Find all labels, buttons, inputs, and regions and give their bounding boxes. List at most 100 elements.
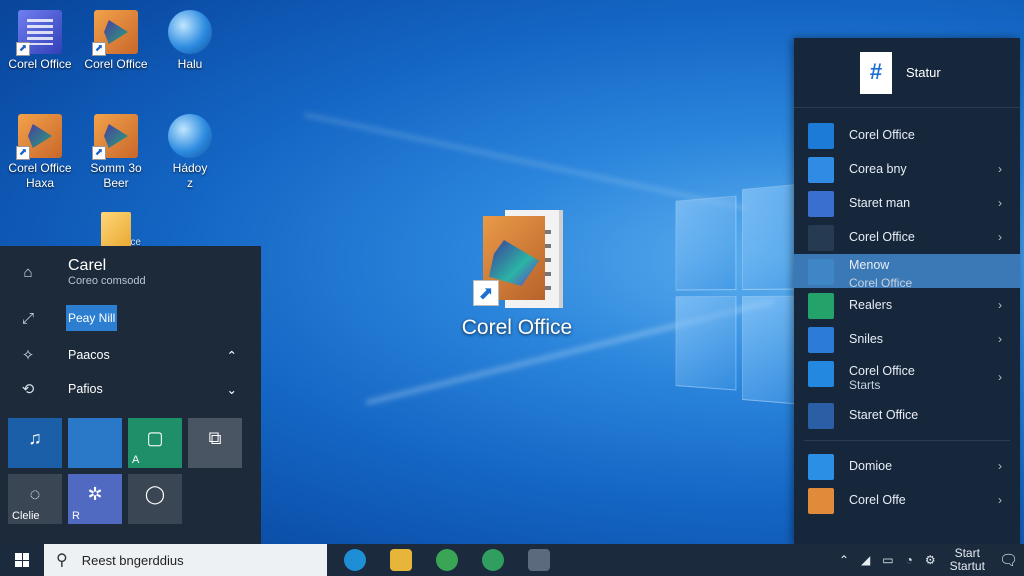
pin-icon: ⤢	[21, 309, 34, 327]
panel-item[interactable]: Sniles ›	[794, 322, 1020, 356]
desktop-icon[interactable]: Hádoy z	[152, 114, 228, 191]
panel-item[interactable]: Menow Corel Office	[794, 254, 1020, 290]
user-profile[interactable]: ⌂ Carel Coreo comsodd	[0, 246, 261, 298]
corel-office-icon: ⬈	[467, 210, 567, 310]
start-button[interactable]	[0, 544, 44, 576]
desktop-icon[interactable]: ⬈ Corel Office Haxa	[2, 114, 78, 191]
search-placeholder: Reest bngerddius	[81, 552, 184, 568]
panel-item-sublabel: Starts	[849, 378, 881, 392]
start-tile[interactable]	[68, 418, 122, 468]
chrome-icon	[436, 549, 458, 571]
panel-item-label: Realers	[849, 298, 893, 312]
notification-icon[interactable]: 🗨	[999, 551, 1018, 569]
center-icon-label: Corel Office	[461, 316, 573, 339]
panel-item[interactable]: Corel Office Starts ›	[794, 356, 1020, 398]
clock[interactable]: Start Startut	[950, 547, 985, 573]
search-icon: ⚲	[56, 552, 68, 569]
start-menu: ⌂ Carel Coreo comsodd ⤢ Peay Nill ✧ Paac…	[0, 246, 261, 544]
app-icon	[808, 225, 834, 251]
app-icon	[808, 123, 834, 149]
app-icon	[808, 403, 834, 429]
app-icon	[808, 293, 834, 319]
settings-icon[interactable]: ⚙	[925, 553, 936, 567]
volume-icon[interactable]: ◔	[906, 553, 913, 567]
app-icon	[808, 157, 834, 183]
tile-label: R	[72, 510, 80, 522]
panel-item[interactable]: Corel Office	[794, 118, 1020, 152]
taskbar-app-chrome2[interactable]	[470, 544, 516, 576]
chevron-right-icon: ›	[998, 162, 1002, 176]
app-icon: #	[860, 52, 892, 94]
pinned-item[interactable]: ⤢ Peay Nill	[0, 298, 261, 338]
panel-title: Statur	[906, 65, 941, 80]
app-icon	[808, 191, 834, 217]
chevron-right-icon: ›	[998, 196, 1002, 210]
tile-label: A	[132, 454, 140, 466]
desktop-icon[interactable]: Office	[78, 212, 154, 252]
corel-office-icon: ⬈	[16, 10, 62, 56]
start-tile[interactable]: ▢ A	[128, 418, 182, 468]
user-name: Carel	[68, 257, 107, 274]
gear-icon: ✧	[21, 347, 35, 364]
document-icon: ⬈	[92, 114, 138, 160]
chevron-down-icon: ⌄	[226, 382, 237, 397]
start-tile[interactable]: ✲ R	[68, 474, 122, 524]
search-input[interactable]: ⚲ Reest bngerddius	[44, 544, 327, 576]
taskbar-app-app[interactable]	[516, 544, 562, 576]
desktop-icon[interactable]: ⬈ Somm 3o Beer	[78, 114, 154, 191]
desktop-icon[interactable]: ⬈ Corel Office	[78, 10, 154, 72]
app-icon	[808, 454, 834, 480]
tile-icon: ▢	[146, 428, 164, 448]
taskbar-app-edge[interactable]	[332, 544, 378, 576]
tile-icon: ♫	[28, 428, 42, 448]
start-tile[interactable]: ♫	[8, 418, 62, 468]
chevron-up-icon[interactable]: ⌃	[839, 553, 849, 567]
start-tile[interactable]: ◌ Clelie	[8, 474, 62, 524]
edge-icon	[344, 549, 366, 571]
panel-item-label: Staret Office	[849, 408, 919, 422]
battery-icon[interactable]: ▭	[882, 553, 893, 567]
chevron-up-icon: ⌃	[226, 348, 237, 363]
chevron-right-icon: ›	[998, 459, 1002, 473]
app-icon	[808, 327, 834, 353]
panel-item-label: Corea bny	[849, 162, 907, 176]
panel-item-label: Corel Office	[849, 230, 915, 244]
corel-office-desktop-icon[interactable]: ⬈ Corel Office	[452, 210, 582, 340]
panel-item-label: Menow	[849, 258, 890, 272]
tile-label: Clelie	[12, 510, 40, 522]
start-tile[interactable]: ◯	[128, 474, 182, 524]
taskbar: ⚲ Reest bngerddius ⌃ ◢ ▭ ◔ ⚙ Start Start…	[0, 544, 1024, 576]
taskbar-app-explorer[interactable]	[378, 544, 424, 576]
chevron-right-icon: ›	[998, 230, 1002, 244]
panel-item[interactable]: Realers ›	[794, 288, 1020, 322]
panel-item-label: Corel Office	[849, 364, 915, 378]
wallpaper-light	[304, 113, 746, 210]
panel-item[interactable]: Corea bny ›	[794, 152, 1020, 186]
app-icon	[528, 549, 550, 571]
start-tile[interactable]: ⧉	[188, 418, 242, 468]
panel-item[interactable]: Domioe ›	[794, 449, 1020, 483]
menu-item[interactable]: ✧ Paacos ⌃	[0, 338, 261, 372]
app-icon	[808, 488, 834, 514]
taskbar-app-chrome[interactable]	[424, 544, 470, 576]
network-icon[interactable]: ◢	[861, 553, 870, 567]
panel-item[interactable]: Corel Office ›	[794, 220, 1020, 254]
chevron-right-icon: ›	[998, 493, 1002, 507]
chevron-right-icon: ›	[998, 298, 1002, 312]
panel-header: # Statur	[794, 38, 1020, 108]
user-subtitle: Coreo comsodd	[68, 275, 146, 287]
tile-icon: ⧉	[208, 428, 222, 448]
tile-icon: ◌	[29, 484, 41, 504]
chevron-right-icon: ›	[998, 332, 1002, 346]
panel-item-label: Staret man	[849, 196, 911, 210]
panel-item[interactable]: Corel Offe ›	[794, 483, 1020, 517]
panel-item[interactable]: Staret man ›	[794, 186, 1020, 220]
tile-icon: ◯	[144, 484, 166, 504]
panel-item-label: Corel Office	[849, 128, 915, 142]
desktop-icon[interactable]: ⬈ Corel Office	[2, 10, 78, 72]
tile-icon: ✲	[87, 484, 103, 504]
app-icon	[808, 259, 834, 285]
menu-item[interactable]: ⟲ Pafios ⌄	[0, 372, 261, 406]
panel-item[interactable]: Staret Office	[794, 398, 1020, 432]
desktop-icon[interactable]: Halu	[152, 10, 228, 72]
